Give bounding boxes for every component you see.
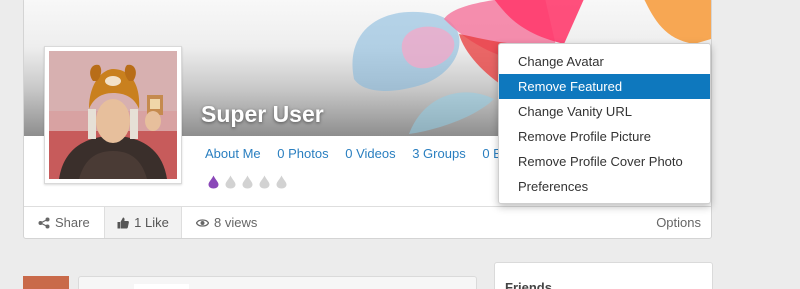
about-me-link[interactable]: About Me — [205, 146, 261, 161]
like-button[interactable]: 1 Like — [104, 207, 182, 238]
videos-link[interactable]: 0 Videos — [345, 146, 395, 161]
rating-drop-icon[interactable] — [276, 175, 287, 189]
post-composer-tab — [134, 284, 189, 289]
views-count: 8 views — [196, 207, 257, 238]
options-label: Options — [656, 215, 701, 230]
post-composer[interactable] — [78, 276, 477, 289]
rating-drop-icon[interactable] — [242, 175, 253, 189]
friends-title: Friends — [505, 280, 552, 289]
options-button[interactable]: Options — [656, 207, 701, 238]
post-author-avatar — [23, 276, 69, 289]
share-button[interactable]: Share — [38, 207, 90, 238]
profile-avatar[interactable] — [44, 46, 182, 184]
avatar-image — [49, 51, 177, 179]
rating-drop-icon[interactable] — [225, 175, 236, 189]
menu-item-remove-cover-photo[interactable]: Remove Profile Cover Photo — [499, 149, 710, 174]
menu-item-remove-profile-picture[interactable]: Remove Profile Picture — [499, 124, 710, 149]
eye-icon — [196, 218, 209, 227]
like-count: 1 Like — [134, 215, 169, 230]
menu-item-remove-featured[interactable]: Remove Featured — [499, 74, 710, 99]
menu-item-preferences[interactable]: Preferences — [499, 174, 710, 199]
share-label: Share — [55, 215, 90, 230]
rating-drop-icon[interactable] — [208, 175, 219, 189]
options-dropdown-menu: Change Avatar Remove Featured Change Van… — [498, 43, 711, 204]
views-label: 8 views — [214, 215, 258, 230]
friends-widget: Friends — [494, 262, 713, 289]
rating-drop-icon[interactable] — [259, 175, 270, 189]
profile-name: Super User — [201, 101, 324, 127]
share-icon — [38, 217, 50, 228]
menu-item-change-vanity-url[interactable]: Change Vanity URL — [499, 99, 710, 124]
profile-rating — [208, 175, 287, 189]
photos-link[interactable]: 0 Photos — [277, 146, 328, 161]
menu-item-change-avatar[interactable]: Change Avatar — [499, 49, 710, 74]
thumbs-up-icon — [117, 217, 130, 228]
profile-links: About Me 0 Photos 0 Videos 3 Groups 0 E — [205, 146, 515, 161]
groups-link[interactable]: 3 Groups — [412, 146, 465, 161]
profile-action-bar: Share 1 Like 8 views Options — [24, 206, 711, 238]
